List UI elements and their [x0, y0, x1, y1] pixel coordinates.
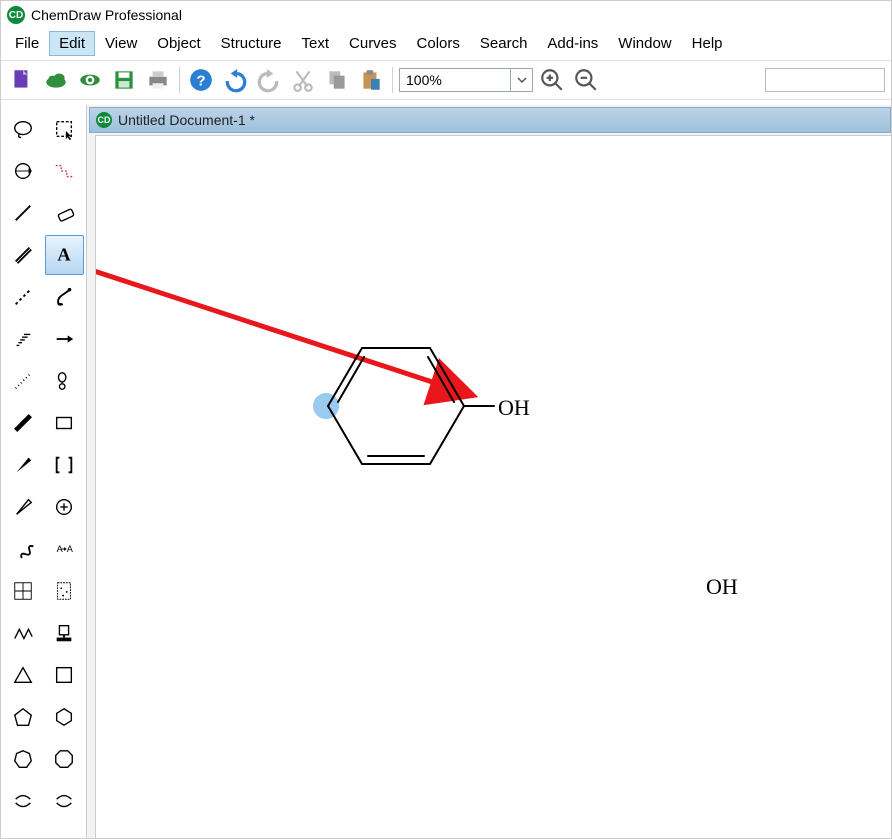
tool-text[interactable] — [45, 235, 85, 275]
tool-table[interactable] — [3, 571, 43, 611]
menu-bar: FileEditViewObjectStructureTextCurvesCol… — [1, 29, 891, 60]
menu-file[interactable]: File — [5, 31, 49, 56]
atom-label-oh[interactable]: OH — [498, 395, 530, 421]
tool-single-bond[interactable] — [3, 193, 43, 233]
tool-wedge[interactable] — [3, 445, 43, 485]
tool-tlc[interactable] — [45, 571, 85, 611]
tool-smiles-left[interactable] — [3, 781, 43, 821]
tool-fragment[interactable] — [45, 151, 85, 191]
document-title-bar[interactable]: CD Untitled Document-1 * — [89, 107, 891, 133]
help-button[interactable]: ? — [186, 65, 216, 95]
toolbar-separator — [392, 67, 393, 93]
tool-dot-bond[interactable] — [3, 361, 43, 401]
main-toolbar: ? — [1, 60, 891, 100]
menu-window[interactable]: Window — [608, 31, 681, 56]
tool-brackets[interactable] — [45, 445, 85, 485]
new-document-button[interactable] — [7, 65, 37, 95]
zoom-out-button[interactable] — [571, 65, 601, 95]
title-bar: CD ChemDraw Professional — [1, 1, 891, 29]
tool-bold-bond[interactable] — [3, 403, 43, 443]
tool-pen[interactable] — [45, 277, 85, 317]
menu-help[interactable]: Help — [682, 31, 733, 56]
tool-smiles-right[interactable] — [45, 781, 85, 821]
tool-map-atoms[interactable] — [45, 529, 85, 569]
document-area: CD Untitled Document-1 * — [87, 105, 891, 838]
tool-arrow[interactable] — [45, 319, 85, 359]
tool-hollow-wedge[interactable] — [3, 487, 43, 527]
cut-button[interactable] — [288, 65, 318, 95]
tool-add-atom[interactable] — [45, 487, 85, 527]
undo-button[interactable] — [220, 65, 250, 95]
open-cloud-button[interactable] — [41, 65, 71, 95]
tool-wavy-bond[interactable] — [3, 529, 43, 569]
drawing-canvas[interactable]: OH OH — [95, 135, 891, 838]
tool-dashed-bond[interactable] — [3, 277, 43, 317]
tool-rectangle[interactable] — [45, 655, 85, 695]
tool-marquee[interactable] — [45, 109, 85, 149]
app-icon: CD — [7, 6, 25, 24]
svg-text:?: ? — [196, 72, 205, 89]
print-button[interactable] — [143, 65, 173, 95]
tool-heptagon[interactable] — [3, 739, 43, 779]
tool-lasso[interactable] — [3, 109, 43, 149]
tool-double-bond[interactable] — [3, 235, 43, 275]
menu-text[interactable]: Text — [292, 31, 340, 56]
toolbar-separator — [179, 67, 180, 93]
zoom-combo[interactable] — [399, 68, 533, 92]
tool-eraser[interactable] — [45, 193, 85, 233]
tool-box[interactable] — [45, 403, 85, 443]
app-title: ChemDraw Professional — [31, 7, 182, 23]
tool-pentagon[interactable] — [3, 697, 43, 737]
tool-hash-bond[interactable] — [3, 319, 43, 359]
copy-button[interactable] — [322, 65, 352, 95]
zoom-dropdown-button[interactable] — [510, 69, 532, 91]
paste-button[interactable] — [356, 65, 386, 95]
menu-add-ins[interactable]: Add-ins — [537, 31, 608, 56]
document-icon: CD — [96, 112, 112, 128]
menu-object[interactable]: Object — [147, 31, 210, 56]
toolbar-search-box[interactable] — [765, 68, 885, 92]
menu-search[interactable]: Search — [470, 31, 538, 56]
menu-curves[interactable]: Curves — [339, 31, 407, 56]
document-title: Untitled Document-1 * — [118, 112, 255, 128]
menu-colors[interactable]: Colors — [407, 31, 470, 56]
save-button[interactable] — [109, 65, 139, 95]
tool-stamp[interactable] — [45, 613, 85, 653]
menu-edit[interactable]: Edit — [49, 31, 95, 56]
save-cloud-button[interactable] — [75, 65, 105, 95]
menu-structure[interactable]: Structure — [211, 31, 292, 56]
zoom-in-button[interactable] — [537, 65, 567, 95]
zoom-input[interactable] — [400, 70, 510, 90]
tool-chain[interactable] — [3, 613, 43, 653]
redo-button[interactable] — [254, 65, 284, 95]
tool-octagon[interactable] — [45, 739, 85, 779]
tool-hexagon[interactable] — [45, 697, 85, 737]
atom-label-oh[interactable]: OH — [706, 574, 738, 600]
tool-palette — [1, 105, 87, 838]
tool-rotate-3d[interactable] — [3, 151, 43, 191]
menu-view[interactable]: View — [95, 31, 147, 56]
tool-triangle[interactable] — [3, 655, 43, 695]
tool-retro-arrow[interactable] — [45, 361, 85, 401]
